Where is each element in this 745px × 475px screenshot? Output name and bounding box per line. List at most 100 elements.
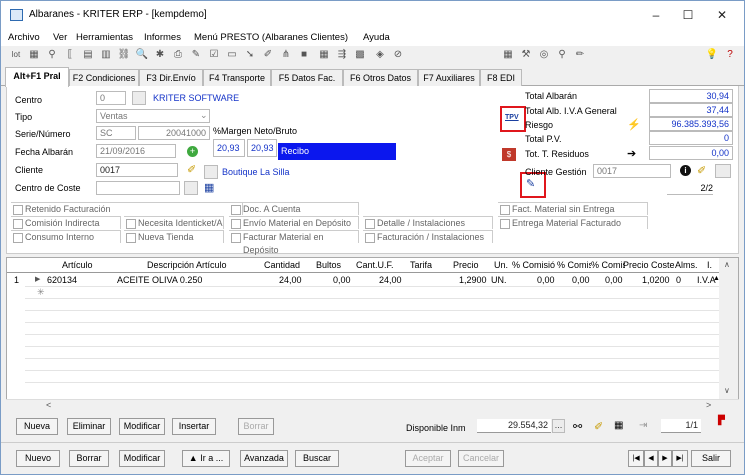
- calc-icon[interactable]: ▦: [317, 48, 331, 62]
- binoculars-icon[interactable]: ⚯: [573, 420, 582, 433]
- ir-a-button[interactable]: ▲ Ir a ...: [182, 450, 230, 467]
- col-descripcion[interactable]: Descripción Artículo: [147, 260, 227, 270]
- prev-record-icon[interactable]: ◀: [644, 450, 658, 467]
- flag-icon[interactable]: ▛: [718, 415, 725, 426]
- tpv-button[interactable]: TPV: [505, 114, 519, 121]
- avanzada-button[interactable]: Avanzada: [240, 450, 288, 467]
- borrar-button[interactable]: Borrar: [69, 450, 109, 467]
- add-icon[interactable]: +: [187, 146, 198, 157]
- window-icon[interactable]: ▭: [225, 48, 239, 62]
- borrar-linea-button[interactable]: Borrar: [238, 418, 274, 435]
- cell-descripcion[interactable]: ACEITE OLIVA 0.250: [117, 275, 202, 285]
- tab-pral[interactable]: Alt+F1 Pral: [5, 67, 69, 87]
- maximize-button[interactable]: ☐: [673, 6, 703, 24]
- arrow-right-icon[interactable]: ➔: [627, 147, 636, 160]
- tienda-checkbox[interactable]: Nueva Tienda: [124, 230, 224, 243]
- lot-icon[interactable]: lot: [7, 48, 25, 62]
- col-un[interactable]: Un.: [494, 260, 508, 270]
- cell-un[interactable]: UN.: [491, 275, 507, 285]
- cancelar-button[interactable]: Cancelar: [458, 450, 504, 467]
- cell-bultos[interactable]: 0,00: [333, 275, 351, 285]
- buscar-button[interactable]: Buscar: [295, 450, 339, 467]
- clip-icon[interactable]: ⚲: [555, 48, 569, 62]
- tab-edi[interactable]: F8 EDI: [480, 69, 522, 86]
- camera-icon[interactable]: ◎: [537, 48, 551, 62]
- centro-input[interactable]: 0: [96, 91, 126, 105]
- tab-auxiliares[interactable]: F7 Auxiliares: [418, 69, 480, 86]
- col-cantidad[interactable]: Cantidad: [264, 260, 300, 270]
- scroll-left-icon[interactable]: <: [46, 400, 51, 410]
- cell-articulo[interactable]: 620134: [47, 275, 77, 285]
- scroll-down-icon[interactable]: ∨: [724, 386, 730, 395]
- edit-icon[interactable]: ✎: [189, 48, 203, 62]
- info-icon[interactable]: i: [680, 165, 691, 176]
- building-icon[interactable]: ▦: [614, 420, 623, 431]
- col-articulo[interactable]: Artículo: [62, 260, 93, 270]
- tab-datos-fac[interactable]: F5 Datos Fac.: [271, 69, 343, 86]
- comision-checkbox[interactable]: Comisión Indirecta: [11, 216, 121, 229]
- facturacion-inst-checkbox[interactable]: Facturación / Instalaciones: [363, 230, 493, 243]
- col-alms[interactable]: Alms.: [675, 260, 698, 270]
- cell-cantidad[interactable]: 24,00: [279, 275, 302, 285]
- cliente-input[interactable]: 0017: [96, 163, 178, 177]
- modificar-button[interactable]: Modificar: [119, 450, 165, 467]
- close-button[interactable]: ✕: [707, 6, 737, 24]
- col-comision2[interactable]: % Comis.: [557, 260, 591, 270]
- sigma-icon[interactable]: ⇶: [335, 48, 349, 62]
- entrega-facturado-checkbox[interactable]: Entrega Material Facturado: [498, 216, 648, 229]
- menu-informes[interactable]: Informes: [144, 32, 181, 43]
- menu-herramientas[interactable]: Herramientas: [76, 32, 133, 43]
- grid-vertical-scrollbar[interactable]: ∧ ∨: [719, 258, 738, 399]
- col-tarifa[interactable]: Tarifa: [410, 260, 432, 270]
- fact-sin-entrega-checkbox[interactable]: Fact. Material sin Entrega: [498, 202, 648, 215]
- pencil-icon[interactable]: ✏: [573, 48, 587, 62]
- menu-ayuda[interactable]: Ayuda: [363, 32, 390, 43]
- cell-comision1[interactable]: 0,00: [537, 275, 555, 285]
- sign-icon[interactable]: ⊘: [391, 48, 405, 62]
- centro-lookup-button[interactable]: [132, 91, 146, 105]
- cliente-lookup-button[interactable]: [204, 165, 218, 179]
- tipo-chevron-icon[interactable]: ⌄: [200, 110, 208, 121]
- cell-precio[interactable]: 1,2900: [459, 275, 487, 285]
- coste-lookup-button[interactable]: [184, 181, 198, 195]
- facturar-deposito-checkbox[interactable]: Facturar Material en Depósito: [229, 230, 359, 255]
- cell-coste[interactable]: 1,0200: [642, 275, 670, 285]
- next-record-icon[interactable]: ▶: [658, 450, 672, 467]
- pencil-icon[interactable]: ✐: [594, 420, 603, 433]
- scroll-up-icon[interactable]: ∧: [724, 260, 730, 269]
- tree-icon[interactable]: ⋔: [279, 48, 293, 62]
- detalle-checkbox[interactable]: Detalle / Instalaciones: [363, 216, 493, 229]
- numero-input[interactable]: 20041000: [138, 126, 210, 140]
- last-record-icon[interactable]: ▶|: [672, 450, 688, 467]
- link-icon[interactable]: ⛓: [117, 48, 131, 62]
- bulb-icon[interactable]: 💡: [705, 48, 719, 62]
- gestion-lookup-button[interactable]: [715, 164, 731, 178]
- col-comision1[interactable]: % Comisió: [512, 260, 556, 270]
- disponible-lookup-button[interactable]: …: [552, 419, 565, 433]
- block-icon[interactable]: ■: [297, 48, 311, 62]
- menu-archivo[interactable]: Archivo: [8, 32, 40, 43]
- grid-icon[interactable]: ▦: [27, 48, 41, 62]
- chart-icon[interactable]: ▩: [353, 48, 367, 62]
- disc-icon[interactable]: ◈: [373, 48, 387, 62]
- nueva-linea-button[interactable]: Nueva: [16, 418, 58, 435]
- col-precio[interactable]: Precio: [453, 260, 479, 270]
- salir-button[interactable]: Salir: [691, 450, 731, 467]
- col-precio-coste[interactable]: Precio Coste: [623, 260, 675, 270]
- tools-icon[interactable]: ⚒: [519, 48, 533, 62]
- serie-input[interactable]: SC: [96, 126, 136, 140]
- nuevo-button[interactable]: Nuevo: [16, 450, 60, 467]
- cell-comision2[interactable]: 0,00: [572, 275, 590, 285]
- grid2-icon[interactable]: ▦: [501, 48, 515, 62]
- retenido-checkbox[interactable]: Retenido Facturación: [11, 202, 243, 215]
- edit-client-icon[interactable]: ✐: [187, 163, 196, 176]
- insertar-linea-button[interactable]: Insertar: [172, 418, 216, 435]
- gestion-input[interactable]: 0017: [593, 164, 671, 178]
- menu-ver[interactable]: Ver: [53, 32, 67, 43]
- eliminar-linea-button[interactable]: Eliminar: [67, 418, 111, 435]
- coste-input[interactable]: [96, 181, 180, 195]
- checklist-icon[interactable]: ☑: [207, 48, 221, 62]
- grid-horizontal-scrollbar[interactable]: < >: [6, 399, 739, 411]
- cell-comision3[interactable]: 0,00: [605, 275, 623, 285]
- aceptar-button[interactable]: Aceptar: [405, 450, 451, 467]
